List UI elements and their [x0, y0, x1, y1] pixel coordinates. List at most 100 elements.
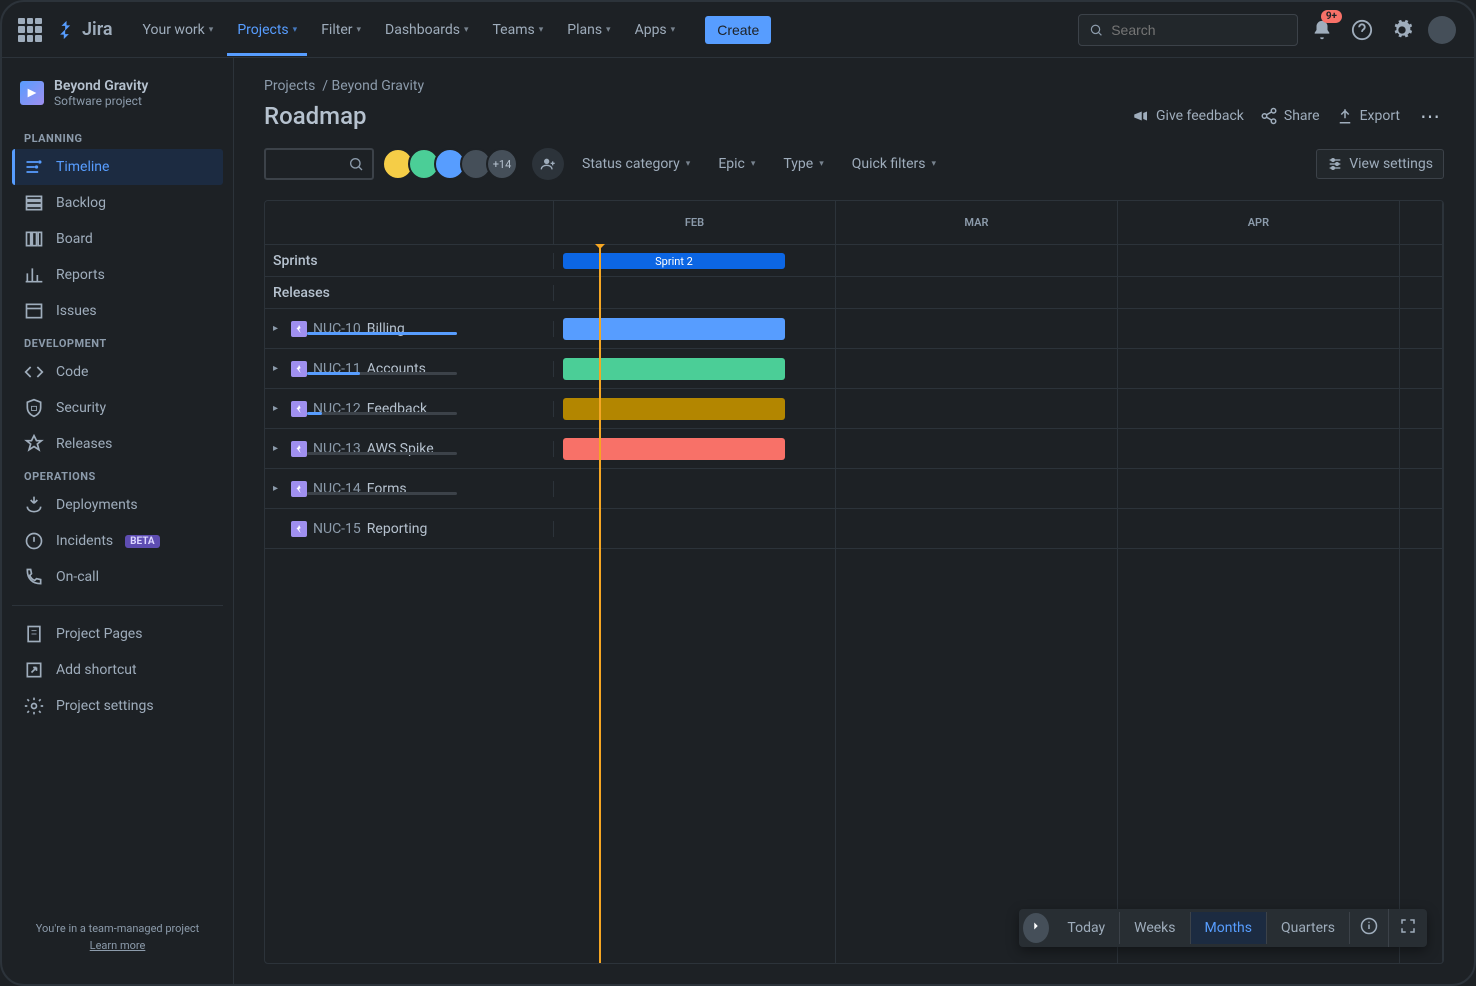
expand-icon[interactable]: ▸ — [273, 323, 285, 334]
sidebar-item-security[interactable]: Security — [12, 390, 223, 426]
quarters-button[interactable]: Quarters — [1267, 912, 1350, 944]
epic-bar[interactable] — [563, 358, 785, 380]
notifications-icon[interactable]: 9+ — [1306, 14, 1338, 46]
expand-icon[interactable]: ▸ — [273, 443, 285, 454]
sidebar-item-code[interactable]: Code — [12, 354, 223, 390]
share-button[interactable]: Share — [1260, 107, 1320, 125]
timeline: FEBMARAPR SprintsSprint 2Releases▸NUC-10… — [264, 200, 1444, 964]
timeline-row: ▸NUC-13 AWS Spike — [265, 429, 1443, 469]
sidebar-item-backlog[interactable]: Backlog — [12, 185, 223, 221]
oncall-icon — [24, 567, 44, 587]
sliders-icon — [1327, 156, 1343, 172]
timeline-row: SprintsSprint 2 — [265, 245, 1443, 277]
board-icon — [24, 229, 44, 249]
sidebar-item-on-call[interactable]: On-call — [12, 559, 223, 595]
avatar-overflow[interactable]: +14 — [486, 148, 518, 180]
nav-filter[interactable]: Filter ▾ — [311, 14, 371, 46]
issues-icon — [24, 301, 44, 321]
feedback-button[interactable]: Give feedback — [1132, 107, 1244, 125]
project-name: Beyond Gravity — [54, 78, 148, 94]
months-button[interactable]: Months — [1191, 912, 1267, 944]
nav-projects[interactable]: Projects ▾ — [227, 14, 307, 56]
profile-avatar[interactable] — [1426, 14, 1458, 46]
month-apr: APR — [1118, 201, 1400, 244]
epic-icon — [291, 481, 307, 497]
timeline-row: ▸NUC-12 Feedback — [265, 389, 1443, 429]
sidebar-item-deployments[interactable]: Deployments — [12, 487, 223, 523]
add-people-button[interactable] — [532, 148, 564, 180]
weeks-button[interactable]: Weeks — [1120, 912, 1190, 944]
notification-badge: 9+ — [1321, 10, 1342, 23]
expand-icon[interactable]: ▸ — [273, 483, 285, 494]
sidebar-item-reports[interactable]: Reports — [12, 257, 223, 293]
breadcrumb-projects[interactable]: Projects — [264, 78, 315, 94]
month-feb: FEB — [554, 201, 836, 244]
settings-icon — [24, 696, 44, 716]
epic-icon — [291, 441, 307, 457]
code-icon — [24, 362, 44, 382]
timeline-row: ▸NUC-10 Billing — [265, 309, 1443, 349]
nav-plans[interactable]: Plans ▾ — [557, 14, 620, 46]
filter-type[interactable]: Type ▾ — [779, 150, 827, 178]
sidebar-footer: You're in a team-managed project Learn m… — [12, 906, 223, 968]
reports-icon — [24, 265, 44, 285]
search-input[interactable] — [1111, 22, 1287, 38]
sidebar-item-issues[interactable]: Issues — [12, 293, 223, 329]
nav-your-work[interactable]: Your work ▾ — [133, 14, 224, 46]
sidebar-item-timeline[interactable]: Timeline — [12, 149, 223, 185]
filter-epic[interactable]: Epic ▾ — [714, 150, 759, 178]
nav-dashboards[interactable]: Dashboards ▾ — [375, 14, 478, 46]
backlog-icon — [24, 193, 44, 213]
sidebar-item-project-pages[interactable]: Project Pages — [12, 616, 223, 652]
search-box[interactable] — [1078, 14, 1298, 46]
sprint-bar[interactable]: Sprint 2 — [563, 253, 785, 269]
info-button[interactable] — [1350, 909, 1389, 947]
timeline-row: ▸NUC-14 Forms — [265, 469, 1443, 509]
expand-icon[interactable]: ▸ — [273, 403, 285, 414]
sidebar-item-incidents[interactable]: IncidentsBETA — [12, 523, 223, 559]
pages-icon — [24, 624, 44, 644]
info-icon — [1360, 917, 1378, 935]
assignee-avatars[interactable]: +14 — [388, 148, 518, 180]
help-icon[interactable] — [1346, 14, 1378, 46]
epic-bar[interactable] — [563, 318, 785, 340]
filter-quick-filters[interactable]: Quick filters ▾ — [848, 150, 940, 178]
sidebar-item-project-settings[interactable]: Project settings — [12, 688, 223, 724]
epic-bar[interactable] — [563, 438, 785, 460]
section-label: PLANNING — [12, 124, 223, 149]
learn-more-link[interactable]: Learn more — [20, 939, 215, 952]
export-button[interactable]: Export — [1336, 107, 1400, 125]
create-button[interactable]: Create — [705, 16, 771, 44]
filter-status-category[interactable]: Status category ▾ — [578, 150, 694, 178]
nav-teams[interactable]: Teams ▾ — [482, 14, 553, 46]
shortcut-icon — [24, 660, 44, 680]
security-icon — [24, 398, 44, 418]
epic-icon — [291, 361, 307, 377]
epic-bar[interactable] — [563, 398, 785, 420]
epic-icon — [291, 521, 307, 537]
sidebar-item-releases[interactable]: Releases — [12, 426, 223, 462]
chevron-right-icon — [1029, 919, 1043, 933]
issue-summary[interactable]: Reporting — [367, 521, 428, 537]
releases-icon — [24, 434, 44, 454]
incidents-icon — [24, 531, 44, 551]
more-actions-button[interactable]: ⋯ — [1416, 100, 1444, 132]
deployments-icon — [24, 495, 44, 515]
sidebar-item-add-shortcut[interactable]: Add shortcut — [12, 652, 223, 688]
app-switcher-icon[interactable] — [18, 18, 42, 42]
breadcrumb: Projects / Beyond Gravity — [264, 78, 1444, 94]
issue-key[interactable]: NUC-15 — [313, 521, 361, 537]
today-button[interactable]: Today — [1053, 912, 1120, 944]
fullscreen-button[interactable] — [1389, 909, 1427, 947]
section-label: DEVELOPMENT — [12, 329, 223, 354]
expand-icon[interactable]: ▸ — [273, 363, 285, 374]
nav-apps[interactable]: Apps ▾ — [625, 14, 686, 46]
timeline-row: Releases — [265, 277, 1443, 309]
settings-icon[interactable] — [1386, 14, 1418, 46]
jira-logo[interactable]: Jira — [56, 19, 113, 41]
filter-search-input[interactable] — [264, 148, 374, 180]
project-header[interactable]: Beyond Gravity Software project — [12, 74, 223, 124]
sidebar-item-board[interactable]: Board — [12, 221, 223, 257]
view-settings-button[interactable]: View settings — [1316, 149, 1444, 179]
scroll-right-button[interactable] — [1023, 913, 1049, 943]
